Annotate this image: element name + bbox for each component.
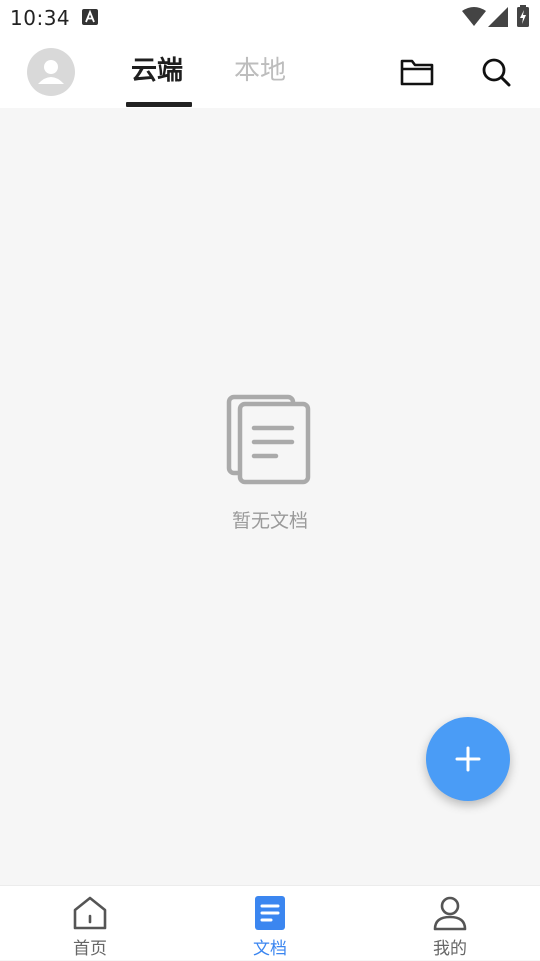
battery-icon — [517, 5, 529, 27]
tab-local[interactable]: 本地 — [234, 51, 286, 91]
status-time: 10:34 — [10, 6, 71, 30]
status-bar: 10:34 — [0, 0, 540, 36]
add-document-button[interactable] — [426, 717, 510, 801]
empty-state-message: 暂无文档 — [231, 510, 308, 532]
search-icon[interactable] — [478, 54, 514, 90]
plus-icon — [455, 746, 481, 772]
signal-icon — [488, 7, 508, 27]
nav-item-profile[interactable]: 我的 — [360, 886, 540, 961]
folder-icon[interactable] — [399, 56, 435, 88]
nav-item-documents[interactable]: 文档 — [180, 886, 360, 961]
tab-cloud[interactable]: 云端 — [131, 51, 183, 91]
top-header: 云端 本地 — [0, 36, 540, 108]
nav-item-home[interactable]: 首页 — [0, 886, 180, 961]
empty-documents-icon — [226, 394, 311, 485]
profile-icon — [433, 896, 467, 931]
keyboard-a-icon — [82, 9, 98, 25]
nav-label-documents: 文档 — [253, 939, 287, 959]
avatar[interactable] — [27, 48, 75, 96]
nav-label-home: 首页 — [73, 939, 107, 959]
home-icon — [73, 896, 107, 930]
wifi-icon — [462, 7, 486, 26]
document-icon — [255, 896, 285, 930]
nav-label-profile: 我的 — [433, 939, 467, 959]
active-tab-indicator — [126, 102, 192, 107]
user-avatar-icon — [38, 60, 64, 84]
bottom-nav: 首页 文档 我的 — [0, 885, 540, 960]
